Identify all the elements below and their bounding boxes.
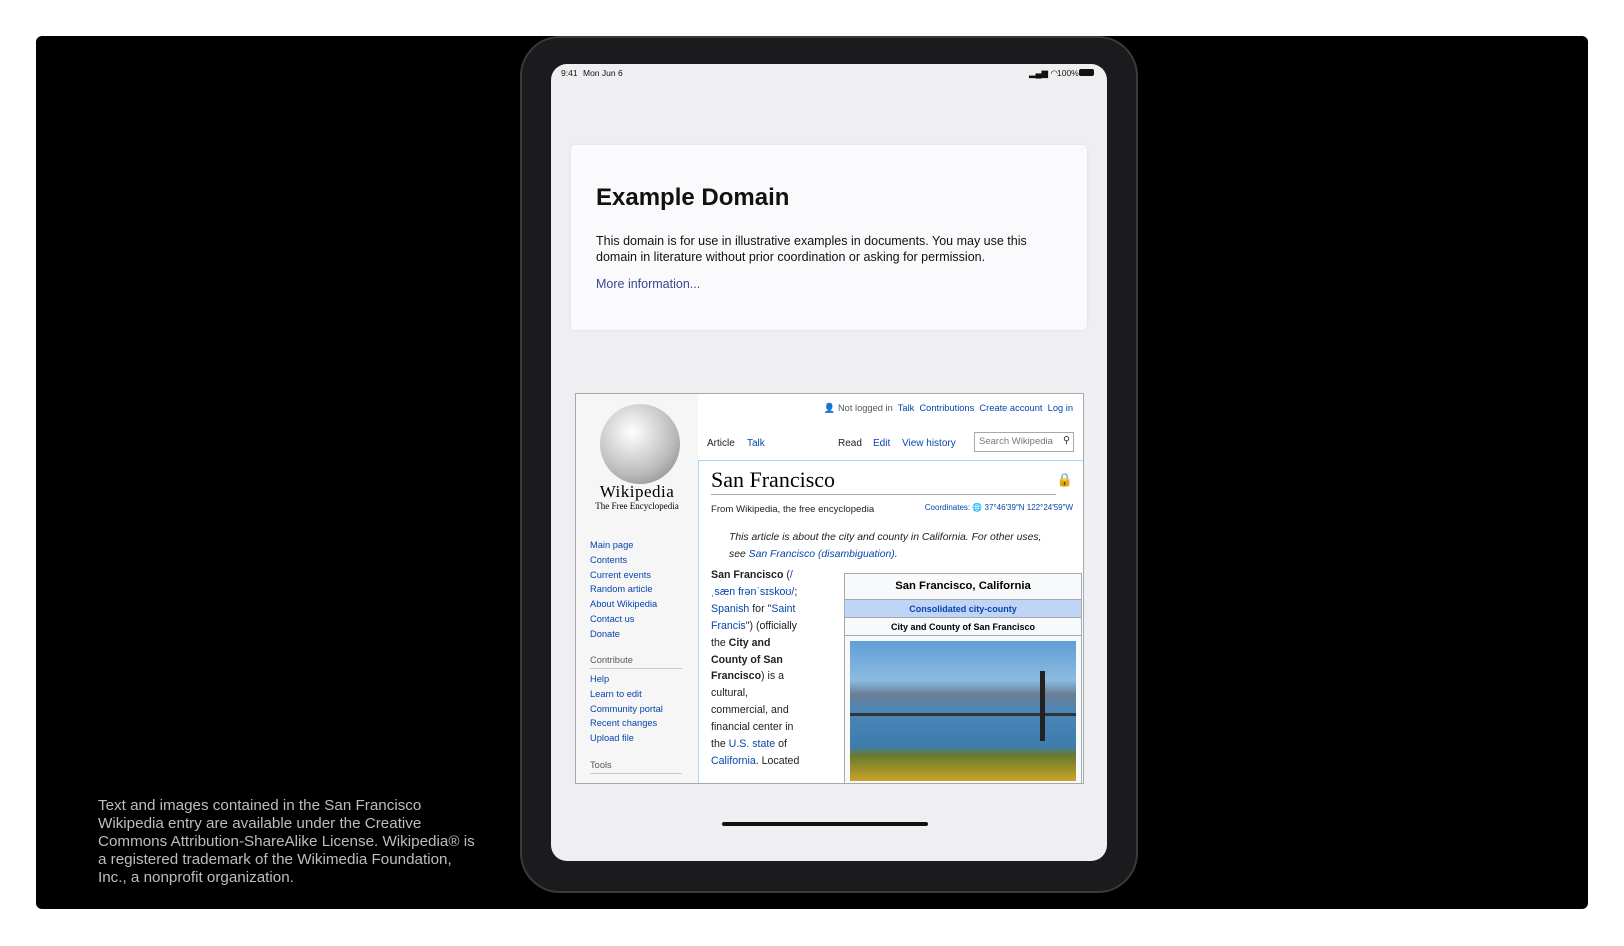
nav-upload-file[interactable]: Upload file xyxy=(590,733,634,743)
status-date: Mon Jun 6 xyxy=(583,68,623,78)
nav-about[interactable]: About Wikipedia xyxy=(590,599,657,609)
coord-value: 37°46′39″N 122°24′59″W xyxy=(984,503,1073,512)
us-state-link[interactable]: U.S. state xyxy=(729,738,776,750)
lead-paragraph: San Francisco (/ˌsæn frənˈsɪskoʊ/; Spani… xyxy=(711,569,800,767)
tab-view-history[interactable]: View history xyxy=(902,438,956,449)
from-wikipedia: From Wikipedia, the free encyclopedia xyxy=(711,504,875,515)
wikipedia-globe-logo[interactable] xyxy=(600,404,680,484)
disambiguation-link[interactable]: San Francisco (disambiguation) xyxy=(749,549,895,560)
nav-community-portal[interactable]: Community portal xyxy=(590,704,663,714)
tab-read[interactable]: Read xyxy=(838,438,862,449)
signal-wifi-icon: ▂▄▆ ◠ xyxy=(1029,68,1058,78)
article-content: San Francisco 🔒 From Wikipedia, the free… xyxy=(698,460,1083,783)
user-links: 👤 Not logged in Talk Contributions Creat… xyxy=(824,403,1073,414)
nav-main-page[interactable]: Main page xyxy=(590,540,633,550)
contributions-link[interactable]: Contributions xyxy=(919,403,974,413)
nav-random-article[interactable]: Random article xyxy=(590,584,653,594)
article-title: San Francisco xyxy=(711,467,1056,495)
nav-learn-to-edit[interactable]: Learn to edit xyxy=(590,689,642,699)
coordinates[interactable]: Coordinates: 🌐 37°46′39″N 122°24′59″W xyxy=(925,503,1073,512)
lock-icon[interactable]: 🔒 xyxy=(1057,472,1073,488)
tab-edit[interactable]: Edit xyxy=(873,438,890,449)
nav-contents[interactable]: Contents xyxy=(590,555,627,565)
wikipedia-page: Wikipedia The Free Encyclopedia Main pag… xyxy=(575,393,1084,784)
lead-text: . Located xyxy=(755,754,800,767)
wikipedia-wordmark: Wikipedia xyxy=(599,482,675,501)
battery-icon xyxy=(1079,69,1094,76)
license-caption: Text and images contained in the San Fra… xyxy=(98,797,475,886)
page-title: Example Domain xyxy=(596,184,790,211)
nav-recent-changes[interactable]: Recent changes xyxy=(590,718,657,728)
nav-current-events[interactable]: Current events xyxy=(590,570,651,580)
infobox-title: San Francisco, California xyxy=(895,580,1031,592)
example-body: This domain is for use in illustrative e… xyxy=(596,234,1027,264)
tab-article[interactable]: Article xyxy=(707,438,735,449)
status-time: 9:41 xyxy=(561,68,578,78)
tools-heading: Tools xyxy=(590,760,682,774)
lead-name: San Francisco xyxy=(711,569,784,581)
create-account-link[interactable]: Create account xyxy=(979,403,1042,413)
more-info-link[interactable]: More information... xyxy=(596,277,700,291)
nav-contact[interactable]: Contact us xyxy=(590,614,634,624)
home-indicator[interactable] xyxy=(722,822,928,826)
nav-donate[interactable]: Donate xyxy=(590,629,620,639)
coord-label: Coordinates: xyxy=(924,503,971,512)
ipad-screen: 9:41 Mon Jun 6 ▂▄▆ ◠ 100% Example Domain… xyxy=(551,64,1107,861)
california-link[interactable]: California xyxy=(711,755,756,767)
battery-text: 100% xyxy=(1057,68,1079,78)
bridge-tower xyxy=(1040,671,1045,741)
example-domain-card: Example Domain This domain is for use in… xyxy=(571,145,1087,330)
golden-gate-photo[interactable] xyxy=(850,641,1076,781)
nav-help[interactable]: Help xyxy=(590,674,609,684)
not-logged-in: Not logged in xyxy=(837,403,893,413)
search-placeholder: Search Wikipedia xyxy=(979,436,1053,447)
spanish-link[interactable]: Spanish xyxy=(711,603,749,615)
wiki-sidebar: Wikipedia The Free Encyclopedia Main pag… xyxy=(576,394,698,783)
user-icon: 👤 xyxy=(823,403,836,413)
infobox-official-name: City and County of San Francisco xyxy=(845,618,1081,636)
lead-text: of xyxy=(775,738,787,751)
wikipedia-tagline: The Free Encyclopedia xyxy=(595,501,679,511)
user-talk-link[interactable]: Talk xyxy=(898,403,915,413)
hatnote: This article is about the city and count… xyxy=(729,532,1042,560)
login-link[interactable]: Log in xyxy=(1048,403,1073,413)
contribute-heading: Contribute xyxy=(590,655,682,669)
lead-text: for " xyxy=(749,602,772,615)
infobox-type[interactable]: Consolidated city-county xyxy=(845,599,1081,618)
search-icon[interactable]: ⚲ xyxy=(1063,435,1070,446)
tab-talk[interactable]: Talk xyxy=(747,438,765,449)
infobox: San Francisco, California Consolidated c… xyxy=(844,573,1082,783)
search-input[interactable]: Search Wikipedia ⚲ xyxy=(974,432,1074,452)
